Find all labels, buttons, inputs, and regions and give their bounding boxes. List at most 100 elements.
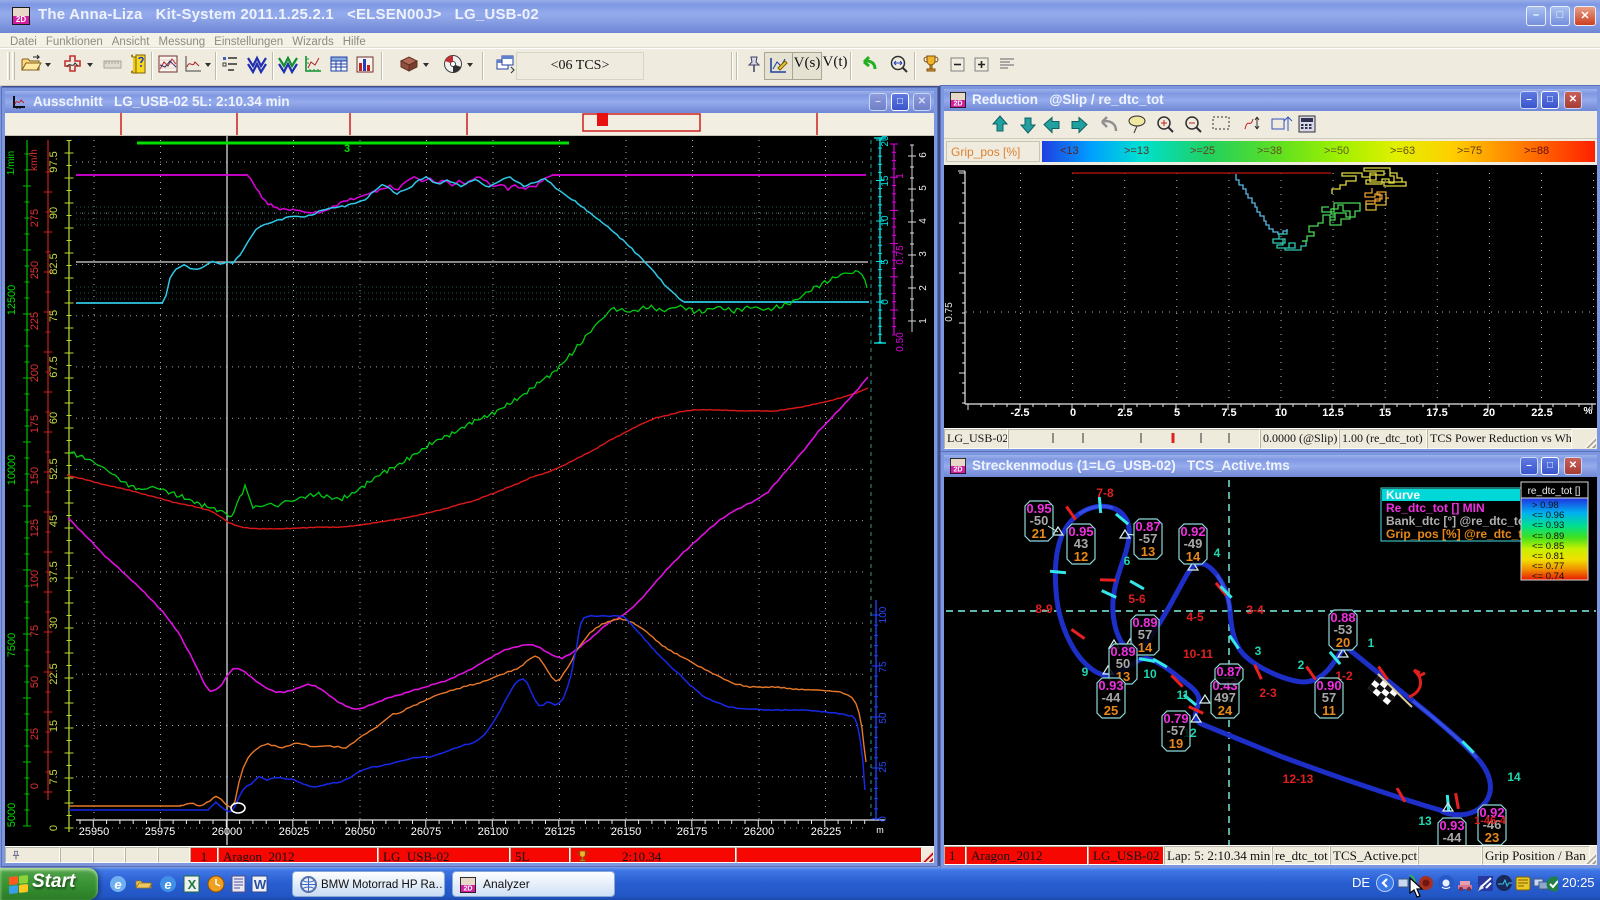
svg-text:22.5: 22.5	[48, 663, 60, 684]
svg-text:225: 225	[29, 312, 41, 330]
svg-text:27: 27	[1445, 843, 1459, 845]
svg-text:26150: 26150	[611, 826, 642, 838]
svg-text:75: 75	[48, 310, 60, 322]
svg-text:9: 9	[1082, 665, 1089, 679]
svg-text:0.75: 0.75	[895, 245, 906, 265]
svg-text:250: 250	[29, 261, 41, 279]
svg-text:11: 11	[1177, 688, 1190, 702]
svg-text:13: 13	[1141, 544, 1155, 559]
svg-text:26175: 26175	[677, 826, 708, 838]
svg-text:Grip_pos [%] @re_dtc_to: Grip_pos [%] @re_dtc_to	[1386, 527, 1530, 541]
svg-text:5: 5	[880, 259, 891, 265]
svg-text:24: 24	[1218, 703, 1233, 718]
svg-text:20: 20	[1483, 407, 1495, 419]
svg-text:0: 0	[878, 816, 889, 822]
svg-text:3-4: 3-4	[1246, 603, 1264, 617]
svg-text:4-5: 4-5	[1186, 610, 1204, 624]
svg-text:1: 1	[895, 173, 906, 179]
svg-text:X: X	[188, 877, 197, 892]
svg-text:3: 3	[1255, 644, 1262, 658]
svg-text:26050: 26050	[345, 826, 376, 838]
svg-text:23: 23	[1485, 830, 1499, 845]
svg-text:200: 200	[29, 364, 41, 382]
svg-text:<= 0.93: <= 0.93	[1532, 520, 1564, 531]
svg-text:150: 150	[29, 467, 41, 485]
svg-text:26225: 26225	[811, 826, 842, 838]
svg-text:e: e	[114, 877, 121, 892]
svg-text:km/h: km/h	[29, 149, 40, 171]
svg-text:1-46-4: 1-46-4	[1474, 815, 1507, 827]
svg-text:275: 275	[29, 209, 41, 227]
svg-text:1/min: 1/min	[6, 151, 17, 175]
svg-text:12: 12	[1074, 549, 1088, 564]
svg-text:10: 10	[880, 215, 891, 227]
svg-text:19: 19	[1169, 736, 1183, 751]
svg-text:5: 5	[918, 185, 929, 191]
svg-text:21: 21	[1032, 526, 1046, 541]
svg-text:re_dtc_tot []: re_dtc_tot []	[1528, 486, 1581, 497]
svg-text:0: 0	[48, 825, 60, 831]
svg-text:26125: 26125	[545, 826, 576, 838]
svg-text:37.5: 37.5	[48, 561, 60, 582]
svg-text:11: 11	[1322, 703, 1336, 718]
svg-text:25: 25	[29, 728, 41, 740]
svg-text:Kurve: Kurve	[1386, 488, 1420, 502]
svg-text:15: 15	[48, 720, 60, 732]
svg-text:26000: 26000	[212, 826, 243, 838]
svg-text:%: %	[1584, 406, 1593, 417]
svg-text:2.5: 2.5	[1117, 407, 1132, 419]
svg-text:100: 100	[878, 606, 889, 623]
svg-text:10-11: 10-11	[1183, 647, 1213, 661]
svg-text:12500: 12500	[6, 285, 18, 316]
svg-text:5000: 5000	[6, 803, 18, 827]
svg-text:3: 3	[918, 251, 929, 257]
svg-text:2: 2	[1298, 658, 1305, 672]
svg-text:25: 25	[1104, 703, 1118, 718]
svg-text:7.5: 7.5	[48, 769, 60, 784]
svg-text:26200: 26200	[744, 826, 775, 838]
svg-text:17.5: 17.5	[1426, 407, 1447, 419]
svg-text:0: 0	[880, 299, 891, 305]
svg-text:90: 90	[48, 207, 60, 219]
svg-text:7500: 7500	[6, 633, 18, 657]
svg-text:0: 0	[1070, 407, 1076, 419]
svg-text:100: 100	[29, 570, 41, 588]
svg-text:14: 14	[1186, 549, 1201, 564]
svg-text:26100: 26100	[478, 826, 509, 838]
svg-text:Bank_dtc [°] @re_dtc_tot: Bank_dtc [°] @re_dtc_tot	[1386, 514, 1529, 528]
svg-text:14: 14	[1507, 770, 1521, 784]
svg-text:20: 20	[880, 135, 891, 147]
svg-text:5: 5	[1174, 407, 1180, 419]
svg-text:15: 15	[880, 175, 891, 187]
svg-text:25975: 25975	[145, 826, 176, 838]
svg-text:12-13: 12-13	[1283, 772, 1314, 786]
svg-text:14: 14	[1138, 640, 1153, 655]
svg-text:0.87: 0.87	[1216, 664, 1241, 679]
svg-text:22.5: 22.5	[1531, 407, 1552, 419]
svg-text:175: 175	[29, 415, 41, 433]
svg-text:0: 0	[29, 783, 41, 789]
svg-text:125: 125	[29, 519, 41, 537]
svg-text:6: 6	[1124, 554, 1131, 568]
svg-text:e: e	[164, 877, 171, 892]
svg-text:10000: 10000	[6, 455, 18, 486]
svg-text:82.5: 82.5	[48, 253, 60, 274]
svg-text:75: 75	[29, 625, 41, 637]
svg-text:7.5: 7.5	[1221, 407, 1236, 419]
svg-text:4: 4	[1214, 546, 1221, 560]
svg-text:W: W	[254, 877, 267, 892]
svg-text:7-8: 7-8	[1096, 486, 1114, 500]
svg-text:50: 50	[878, 712, 889, 724]
svg-text:2D: 2D	[463, 884, 472, 892]
svg-text:1: 1	[1368, 636, 1375, 650]
svg-text:26075: 26075	[411, 826, 442, 838]
svg-text:1: 1	[918, 318, 929, 324]
svg-text:8-9: 8-9	[1035, 602, 1053, 616]
svg-text:10: 10	[1143, 667, 1157, 681]
svg-text:50: 50	[29, 676, 41, 688]
svg-text:<= 0.74: <= 0.74	[1532, 571, 1564, 582]
svg-text:12.5: 12.5	[1322, 407, 1343, 419]
svg-text:25: 25	[878, 761, 889, 773]
svg-text:97.5: 97.5	[48, 151, 60, 172]
svg-text:15: 15	[1379, 407, 1391, 419]
